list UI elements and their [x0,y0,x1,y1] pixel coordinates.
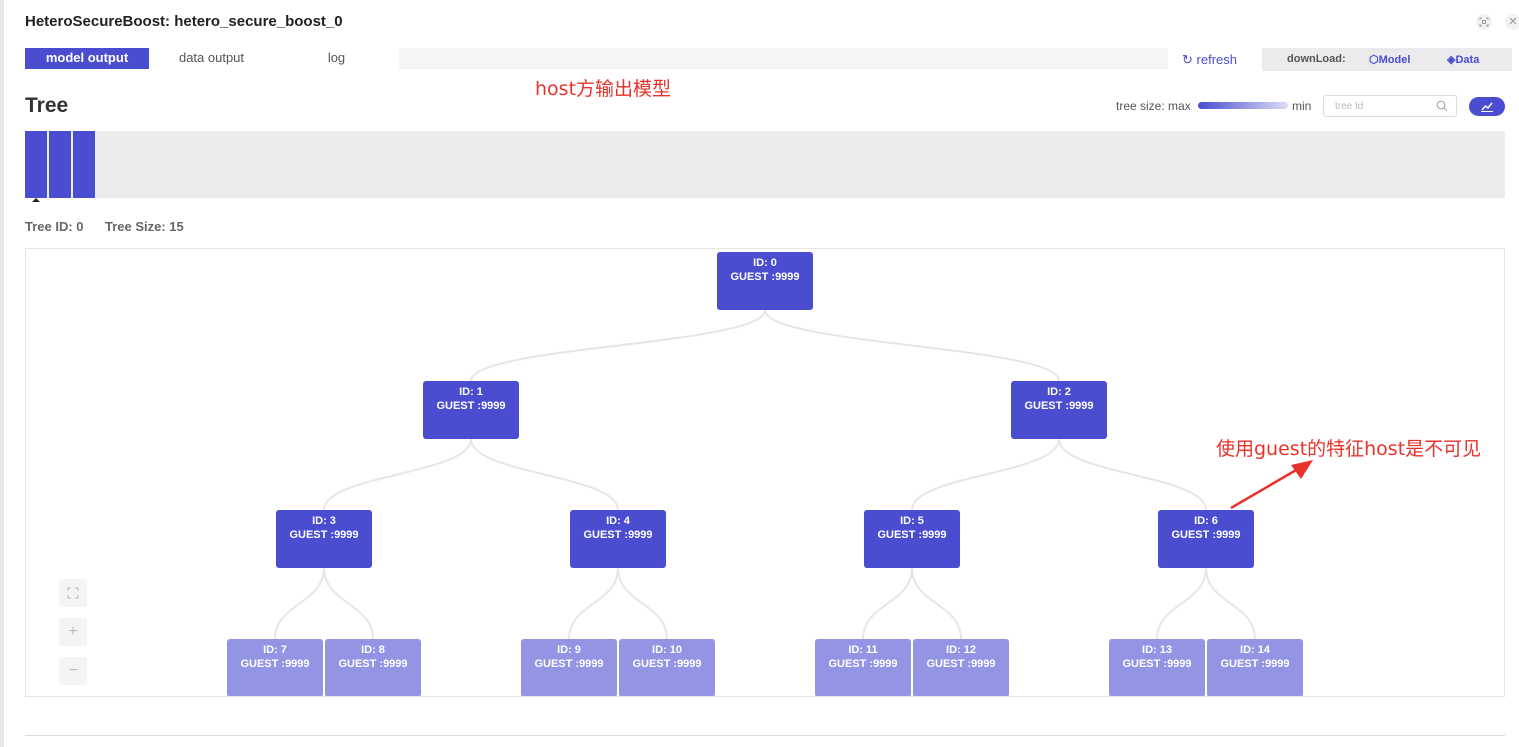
tree-bar[interactable] [25,131,47,198]
download-bar: downLoad: ⬡Model ◈Data [1262,48,1512,71]
tree-edge [470,309,766,382]
refresh-label: refresh [1196,52,1237,67]
node-feature-label: GUEST :9999 [1024,400,1094,412]
node-id-label: ID: 1 [459,386,483,398]
tree-selector-strip [25,131,1505,198]
tree-node[interactable]: ID: 3 GUEST :9999 [276,510,372,568]
tree-node[interactable]: ID: 6 GUEST :9999 [1158,510,1254,568]
tree-edge [323,567,374,640]
page-title: HeteroSecureBoost: hetero_secure_boost_0 [25,13,343,30]
annotation-arrow-icon [1230,460,1313,510]
line-chart-icon [1481,102,1493,112]
tree-edge [1205,567,1256,640]
fit-screen-icon[interactable] [59,579,87,607]
node-feature-label: GUEST :9999 [436,400,506,412]
node-feature-label: GUEST :9999 [730,271,800,283]
tree-node[interactable]: ID: 7 GUEST :9999 [227,639,323,696]
node-id-label: ID: 14 [1240,644,1270,656]
node-feature-label: GUEST :9999 [877,529,947,541]
node-id-label: ID: 4 [606,515,630,527]
node-id-label: ID: 11 [848,644,878,656]
close-icon[interactable]: ✕ [1505,14,1519,30]
tree-edge [911,438,1060,511]
annotation-top: host方输出模型 [535,78,672,100]
model-icon: ⬡ [1369,54,1379,66]
tree-node[interactable]: ID: 4 GUEST :9999 [570,510,666,568]
tree-edge [617,567,668,640]
tree-id-input[interactable] [1333,100,1437,113]
tree-id-label: Tree ID: 0 [25,219,84,234]
tree-id-search[interactable] [1323,95,1457,117]
tree-node[interactable]: ID: 1 GUEST :9999 [423,381,519,439]
tree-edge [1058,438,1207,511]
tree-node[interactable]: ID: 0 GUEST :9999 [717,252,813,310]
node-feature-label: GUEST :9999 [338,658,408,670]
tree-size-max-label: tree size: max [1116,99,1191,113]
node-id-label: ID: 6 [1194,515,1218,527]
tree-node[interactable]: ID: 12 GUEST :9999 [913,639,1009,696]
tree-node[interactable]: ID: 10 GUEST :9999 [619,639,715,696]
node-id-label: ID: 9 [557,644,581,656]
expand-icon[interactable] [1476,14,1492,30]
data-label: Data [1455,54,1480,66]
node-id-label: ID: 10 [652,644,682,656]
node-feature-label: GUEST :9999 [926,658,996,670]
tree-edge [274,567,325,640]
node-feature-label: GUEST :9999 [1220,658,1290,670]
node-id-label: ID: 13 [1142,644,1172,656]
plus-icon[interactable]: + [59,618,87,646]
node-feature-label: GUEST :9999 [828,658,898,670]
tree-node[interactable]: ID: 2 GUEST :9999 [1011,381,1107,439]
tree-node[interactable]: ID: 11 GUEST :9999 [815,639,911,696]
tree-node[interactable]: ID: 8 GUEST :9999 [325,639,421,696]
download-model-button[interactable]: ⬡Model [1369,53,1410,66]
download-data-button[interactable]: ◈Data [1447,53,1479,66]
tree-node[interactable]: ID: 13 GUEST :9999 [1109,639,1205,696]
tree-title: Tree [25,94,69,117]
refresh-button[interactable]: ↻ refresh [1182,52,1237,68]
node-id-label: ID: 2 [1047,386,1071,398]
minus-icon[interactable]: − [59,657,87,685]
left-border [0,0,4,747]
tree-bar[interactable] [49,131,71,198]
bottom-divider [25,735,1505,736]
node-feature-label: GUEST :9999 [1171,529,1241,541]
refresh-icon: ↻ [1182,52,1193,67]
node-id-label: ID: 7 [263,644,287,656]
model-label: Model [1378,54,1411,66]
node-feature-label: GUEST :9999 [1122,658,1192,670]
tree-node[interactable]: ID: 9 GUEST :9999 [521,639,617,696]
node-id-label: ID: 0 [753,257,777,269]
node-id-label: ID: 12 [946,644,976,656]
tree-edge [862,567,913,640]
node-feature-label: GUEST :9999 [632,658,702,670]
node-id-label: ID: 8 [361,644,385,656]
search-icon [1436,100,1448,112]
tree-edge [1156,567,1207,640]
tree-edge [470,438,619,511]
node-id-label: ID: 5 [900,515,924,527]
tab-log[interactable]: log [274,48,399,69]
node-feature-label: GUEST :9999 [534,658,604,670]
tree-size-min-label: min [1292,99,1312,113]
tab-data-output[interactable]: data output [149,48,274,69]
tree-edge [568,567,619,640]
tree-edge [323,438,472,511]
tree-size-label: Tree Size: 15 [105,219,184,234]
tree-edge [764,309,1060,382]
download-label: downLoad: [1287,53,1346,65]
node-id-label: ID: 3 [312,515,336,527]
chart-toggle-button[interactable] [1469,97,1505,116]
tree-edge [911,567,962,640]
tree-node[interactable]: ID: 5 GUEST :9999 [864,510,960,568]
tab-model-output[interactable]: model output [25,48,149,69]
tab-bar: model output data output log [25,48,1168,69]
tree-bar[interactable] [73,131,95,198]
tree-size-legend [1198,102,1288,109]
tree-node[interactable]: ID: 14 GUEST :9999 [1207,639,1303,696]
node-feature-label: GUEST :9999 [289,529,359,541]
node-feature-label: GUEST :9999 [583,529,653,541]
node-feature-label: GUEST :9999 [240,658,310,670]
selected-tree-caret-icon [32,198,40,202]
